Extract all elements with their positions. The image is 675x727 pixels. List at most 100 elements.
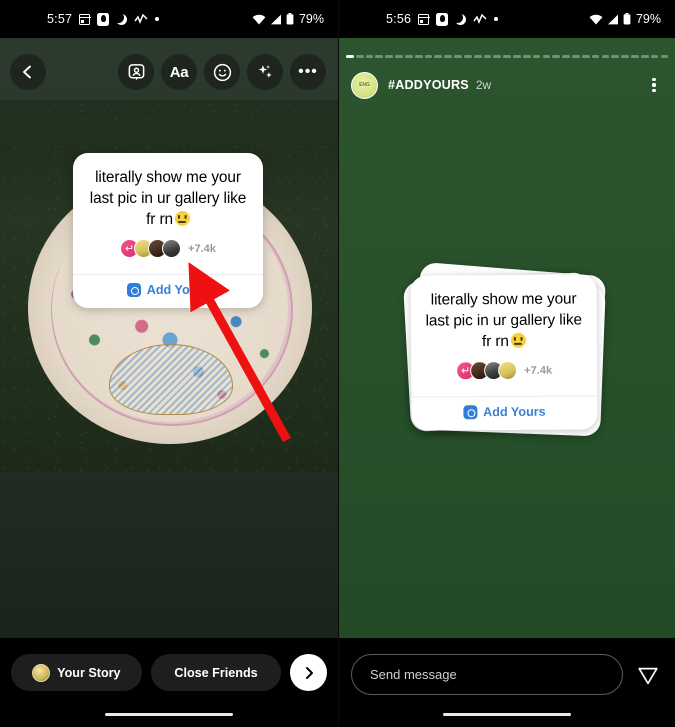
progress-segment[interactable] (414, 55, 423, 58)
your-story-label: Your Story (57, 665, 121, 680)
dot-icon (652, 77, 656, 81)
progress-segment[interactable] (503, 55, 511, 58)
status-left-group: 5:57 (47, 11, 160, 26)
add-yours-button[interactable]: Add Yours (411, 396, 597, 430)
do-not-disturb-moon-icon (452, 11, 467, 25)
progress-segment[interactable] (660, 55, 669, 58)
progress-segment[interactable] (395, 55, 403, 58)
progress-segment[interactable] (581, 55, 590, 58)
status-right-group: 79% (589, 12, 661, 26)
sticker-icon[interactable] (204, 54, 240, 90)
app-icon (97, 12, 110, 26)
progress-segment[interactable] (493, 55, 502, 58)
progress-segment[interactable] (424, 55, 433, 58)
camera-icon (126, 283, 141, 297)
progress-segment[interactable] (513, 55, 521, 58)
next-button[interactable] (290, 654, 327, 691)
camera-icon (463, 405, 478, 420)
cellular-signal-icon (270, 14, 282, 25)
back-button[interactable] (10, 54, 46, 90)
progress-segment[interactable] (572, 55, 580, 58)
app-icon (436, 12, 449, 26)
sticker-prompt-label: literally show me your last pic in ur ga… (425, 290, 583, 351)
progress-segment[interactable] (355, 55, 364, 58)
avatar (162, 239, 182, 258)
close-friends-button[interactable]: Close Friends (150, 654, 282, 691)
avatar (32, 663, 51, 682)
neutral-face-emoji-icon (174, 211, 190, 226)
send-message-input[interactable]: Send message (351, 654, 623, 695)
progress-segment[interactable] (650, 55, 659, 58)
dot-icon (652, 89, 656, 93)
progress-segment[interactable] (542, 55, 551, 58)
progress-segment[interactable] (473, 55, 482, 58)
kebab-menu-icon[interactable] (645, 75, 663, 94)
progress-segment[interactable] (375, 55, 384, 58)
your-story-button[interactable]: Your Story (11, 654, 142, 691)
progress-segment[interactable] (591, 55, 600, 58)
neutral-face-emoji-icon (510, 332, 526, 348)
wifi-icon (252, 14, 266, 25)
right-phone-screen: 5:56 79% ENG #ADDYOURS 2w literally show… (338, 0, 675, 727)
send-message-placeholder: Send message (370, 667, 457, 682)
close-friends-label: Close Friends (174, 665, 258, 680)
text-tool-button[interactable]: Aa (161, 54, 197, 90)
calendar-icon (79, 13, 91, 25)
participants-facepile[interactable]: ↵ +7.4k (84, 239, 252, 258)
progress-segment[interactable] (631, 55, 639, 58)
progress-segment[interactable] (365, 55, 374, 58)
participants-count: +7.4k (524, 364, 553, 377)
progress-segment[interactable] (562, 55, 570, 58)
home-indicator (443, 712, 571, 716)
sticker-prompt-text: literally show me your last pic in ur ga… (84, 167, 252, 230)
add-yours-sticker[interactable]: literally show me your last pic in ur ga… (410, 274, 598, 431)
avatar-label: ENG (359, 82, 370, 88)
add-yours-card-stack[interactable]: literally show me your last pic in ur ga… (402, 261, 607, 440)
dot-icon (652, 83, 656, 87)
avatar[interactable]: ENG (351, 71, 378, 99)
progress-segment[interactable] (346, 55, 354, 58)
more-options-icon[interactable]: ••• (290, 54, 326, 90)
toolbar-tools: Aa ••• (118, 54, 326, 90)
participants-facepile[interactable]: ↵ +7.4k (422, 360, 586, 381)
progress-segment[interactable] (385, 55, 394, 58)
progress-segment[interactable] (434, 55, 443, 58)
sticker-prompt-label: literally show me your last pic in ur ga… (89, 169, 247, 228)
activity-pulse-icon (134, 14, 148, 24)
battery-icon (286, 13, 294, 25)
progress-segment[interactable] (552, 55, 561, 58)
battery-percent: 79% (298, 12, 324, 26)
home-indicator (105, 712, 233, 716)
progress-segment[interactable] (483, 55, 492, 58)
dot-icon (494, 17, 499, 21)
progress-segment[interactable] (640, 55, 649, 58)
progress-segment[interactable] (522, 55, 531, 58)
add-yours-sticker[interactable]: literally show me your last pic in ur ga… (73, 153, 263, 308)
progress-segment[interactable] (601, 55, 610, 58)
sticker-body: literally show me your last pic in ur ga… (73, 153, 263, 266)
calendar-icon (418, 13, 430, 25)
do-not-disturb-moon-icon (113, 11, 128, 25)
progress-segment[interactable] (404, 55, 413, 58)
left-phone-screen: 5:57 79% Aa ••• literally show me your l… (0, 0, 338, 727)
dot-icon (155, 17, 160, 21)
add-yours-button[interactable]: Add Yours (73, 275, 263, 308)
activity-pulse-icon (473, 14, 487, 24)
progress-segment[interactable] (454, 55, 462, 58)
add-story-tag-icon[interactable] (118, 54, 154, 90)
progress-segment[interactable] (444, 55, 453, 58)
progress-segment[interactable] (611, 55, 620, 58)
text-tool-label: Aa (169, 63, 189, 81)
effects-sparkle-icon[interactable] (247, 54, 283, 90)
progress-segment[interactable] (621, 55, 629, 58)
progress-segment[interactable] (532, 55, 541, 58)
add-yours-label: Add Yours (146, 283, 210, 297)
progress-segment[interactable] (463, 55, 472, 58)
composer-bottom-bar: Your Story Close Friends (0, 638, 338, 727)
status-time: 5:57 (47, 12, 73, 26)
status-time: 5:56 (386, 12, 412, 26)
sticker-body: literally show me your last pic in ur ga… (410, 274, 597, 388)
story-progress-bar[interactable] (346, 55, 669, 58)
send-paper-plane-icon[interactable] (633, 654, 663, 695)
story-username[interactable]: #ADDYOURS (388, 78, 469, 92)
